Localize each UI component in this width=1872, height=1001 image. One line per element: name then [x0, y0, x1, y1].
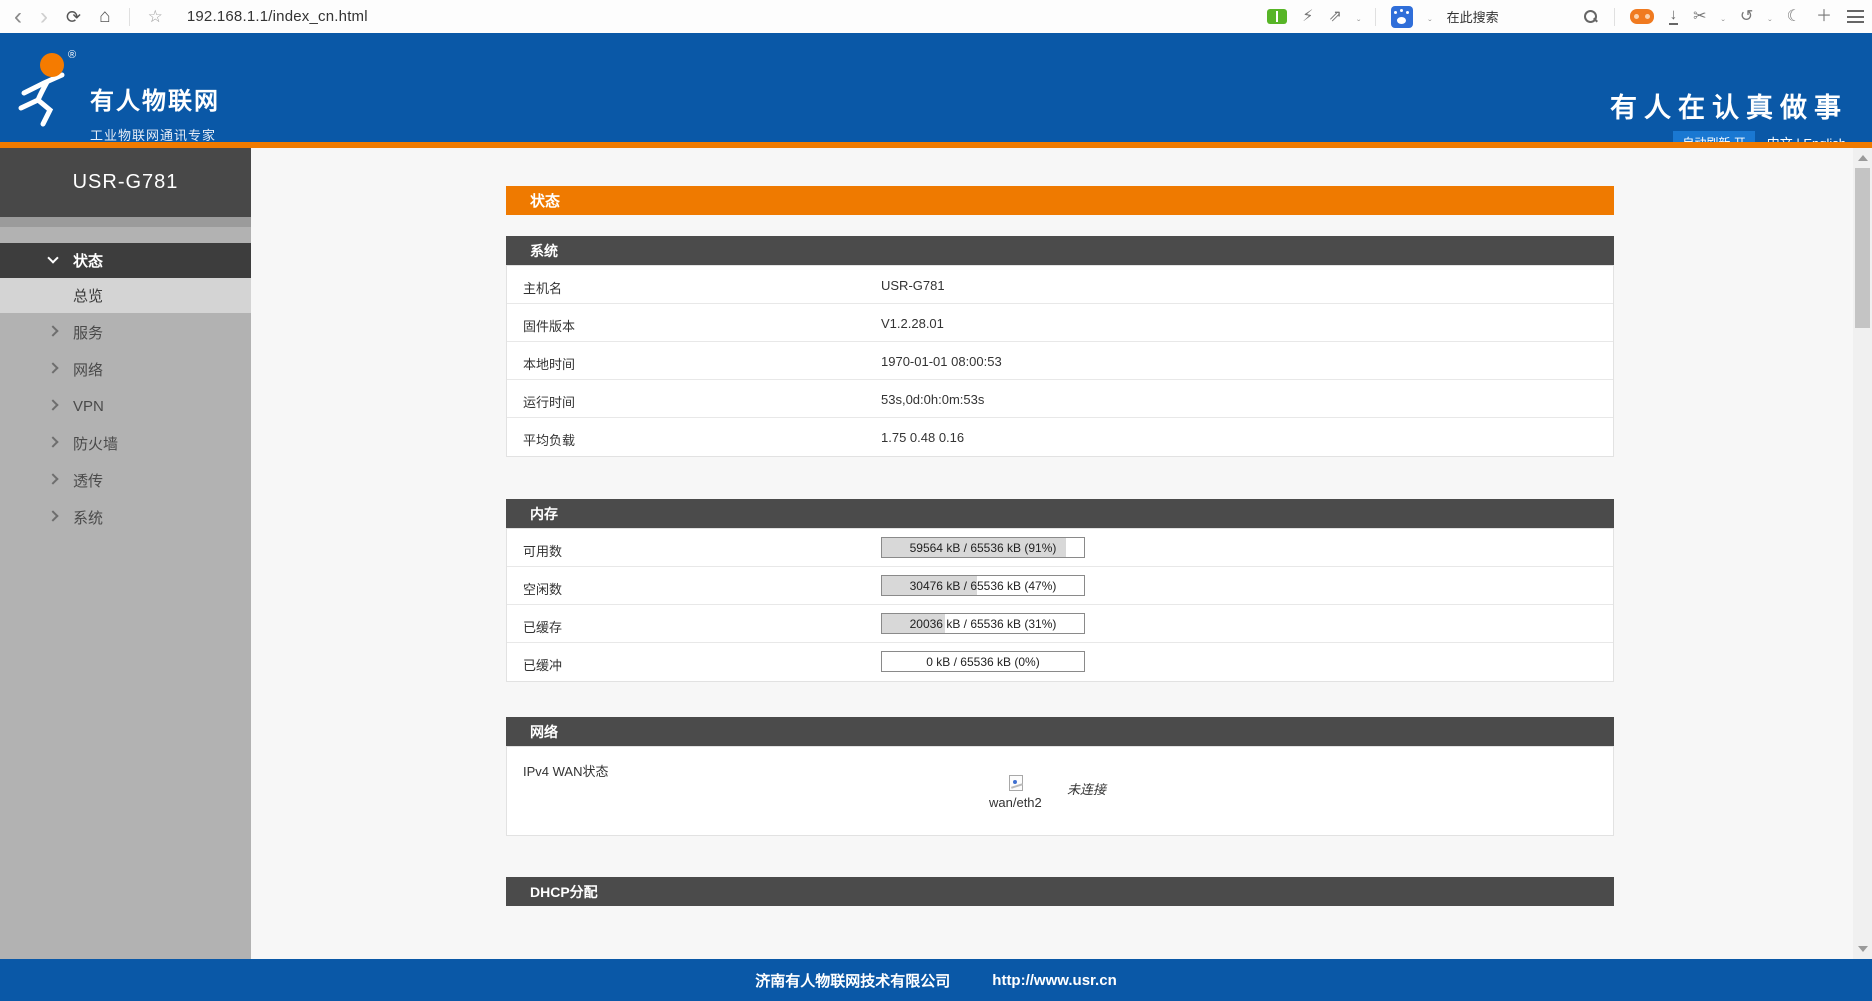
- undo-dropdown-icon[interactable]: ˬ: [1768, 11, 1771, 22]
- refresh-icon[interactable]: ⟳: [66, 8, 81, 26]
- page-footer: 济南有人物联网技术有限公司 http://www.usr.cn: [0, 959, 1872, 1001]
- reading-mode-icon[interactable]: [1267, 9, 1287, 24]
- toolbar-divider: [1375, 8, 1376, 26]
- table-row: 已缓冲 0 kB / 65536 kB (0%): [507, 643, 1613, 681]
- broken-image-icon: [1009, 775, 1023, 791]
- section-header-network: 网络: [506, 717, 1614, 746]
- search-engine-dropdown-icon[interactable]: ˬ: [1428, 11, 1431, 22]
- sidebar-item-overview[interactable]: 总览: [0, 278, 251, 313]
- svg-text:®: ®: [68, 49, 76, 61]
- sidebar-item-network[interactable]: 网络: [0, 351, 251, 387]
- sidebar-item-vpn[interactable]: VPN: [0, 388, 251, 424]
- memory-progress-bar: 20036 kB / 65536 kB (31%): [881, 613, 1085, 634]
- forward-icon[interactable]: ›: [40, 5, 48, 29]
- chevron-right-icon: [47, 399, 58, 410]
- history-undo-icon[interactable]: ↺: [1740, 9, 1753, 25]
- scrollbar-thumb[interactable]: [1855, 168, 1870, 328]
- chevron-right-icon: [47, 362, 58, 373]
- sidebar-item-services[interactable]: 服务: [0, 314, 251, 350]
- sidebar: USR-G781 状态 总览 服务 网络 VPN 防火墙 透传: [0, 148, 251, 959]
- search-icon[interactable]: [1584, 10, 1597, 23]
- favorite-star-icon[interactable]: ☆: [148, 8, 163, 25]
- screenshot-scissors-icon[interactable]: ✂: [1693, 9, 1706, 25]
- system-table: 主机名 USR-G781 固件版本 V1.2.28.01 本地时间 1970-0…: [506, 265, 1614, 457]
- usr-logo-icon: ®: [12, 45, 84, 129]
- table-row: 空闲数 30476 kB / 65536 kB (47%): [507, 567, 1613, 605]
- page: ‹ › ⟳ ⌂ ☆ 192.168.1.1/index_cn.html ⚡ ⇗ …: [0, 0, 1872, 1001]
- chevron-right-icon: [47, 473, 58, 484]
- wan-status: 未连接: [1067, 779, 1106, 798]
- chevron-right-icon: [47, 510, 58, 521]
- sidebar-item-status[interactable]: 状态: [0, 243, 251, 278]
- share-dropdown-icon[interactable]: ˬ: [1357, 11, 1360, 22]
- new-tab-plus-icon[interactable]: ＋: [1816, 9, 1832, 25]
- toolbar-divider: [129, 8, 130, 26]
- scissors-dropdown-icon[interactable]: ˬ: [1722, 11, 1725, 22]
- table-row: 本地时间 1970-01-01 08:00:53: [507, 342, 1613, 380]
- table-row: 平均负载 1.75 0.48 0.16: [507, 418, 1613, 456]
- table-row: 固件版本 V1.2.28.01: [507, 304, 1613, 342]
- search-input[interactable]: 在此搜索: [1447, 7, 1499, 26]
- table-row: 已缓存 20036 kB / 65536 kB (31%): [507, 605, 1613, 643]
- table-row: 运行时间 53s,0d:0h:0m:53s: [507, 380, 1613, 418]
- main-content: 状态 系统 主机名 USR-G781 固件版本 V1.2.28.01 本地时间 …: [251, 148, 1872, 959]
- footer-link[interactable]: http://www.usr.cn: [992, 972, 1116, 989]
- section-header-memory: 内存: [506, 499, 1614, 528]
- gamepad-icon[interactable]: [1630, 9, 1654, 24]
- memory-progress-bar: 59564 kB / 65536 kB (91%): [881, 537, 1085, 558]
- address-bar[interactable]: 192.168.1.1/index_cn.html: [187, 8, 368, 25]
- wan-interface-label: wan/eth2: [989, 795, 1042, 810]
- toolbar-divider: [1614, 8, 1615, 26]
- footer-company: 济南有人物联网技术有限公司: [755, 970, 950, 991]
- chevron-right-icon: [47, 436, 58, 447]
- chevron-right-icon: [47, 325, 58, 336]
- table-row: 主机名 USR-G781: [507, 266, 1613, 304]
- section-header-dhcp: DHCP分配: [506, 877, 1614, 906]
- network-status-box: IPv4 WAN状态 wan/eth2 未连接: [506, 746, 1614, 836]
- browser-menu-icon[interactable]: [1847, 10, 1864, 23]
- device-name: USR-G781: [0, 148, 251, 217]
- scroll-up-icon[interactable]: [1858, 155, 1868, 161]
- sidebar-item-system[interactable]: 系统: [0, 499, 251, 535]
- app-header: ® 有人物联网 工业物联网通讯专家 有人在认真做事 自动刷新 开 中文 | En…: [0, 33, 1872, 142]
- scroll-down-icon[interactable]: [1858, 946, 1868, 952]
- memory-progress-bar: 0 kB / 65536 kB (0%): [881, 651, 1085, 672]
- header-slogan: 有人在认真做事: [1610, 86, 1848, 125]
- page-title: 状态: [506, 186, 1614, 215]
- sidebar-separator: [0, 217, 251, 227]
- section-header-system: 系统: [506, 236, 1614, 265]
- night-mode-icon[interactable]: ☾: [1787, 9, 1801, 25]
- memory-progress-bar: 30476 kB / 65536 kB (47%): [881, 575, 1085, 596]
- memory-table: 可用数 59564 kB / 65536 kB (91%) 空闲数 30476 …: [506, 528, 1614, 682]
- brand-name: 有人物联网: [90, 81, 220, 116]
- share-icon[interactable]: ⇗: [1329, 9, 1342, 25]
- chevron-down-icon: [47, 252, 58, 263]
- back-icon[interactable]: ‹: [14, 5, 22, 29]
- table-row: 可用数 59564 kB / 65536 kB (91%): [507, 529, 1613, 567]
- search-engine-icon[interactable]: [1391, 6, 1413, 28]
- browser-toolbar: ‹ › ⟳ ⌂ ☆ 192.168.1.1/index_cn.html ⚡ ⇗ …: [0, 0, 1872, 33]
- lightning-icon[interactable]: ⚡: [1302, 9, 1313, 25]
- sidebar-item-passthrough[interactable]: 透传: [0, 462, 251, 498]
- page-scrollbar[interactable]: [1853, 148, 1872, 959]
- sidebar-item-firewall[interactable]: 防火墙: [0, 425, 251, 461]
- download-icon[interactable]: ↓: [1669, 8, 1679, 25]
- home-icon[interactable]: ⌂: [99, 7, 110, 26]
